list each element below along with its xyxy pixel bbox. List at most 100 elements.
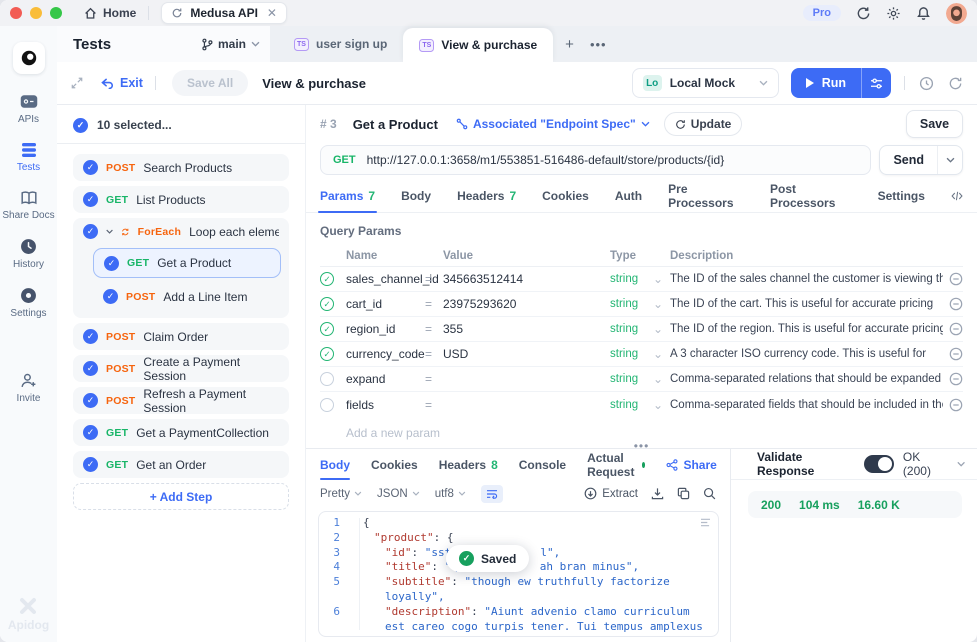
remove-param-icon[interactable] [949, 297, 963, 311]
step-checkbox[interactable]: ✓ [103, 289, 118, 304]
param-value[interactable]: 23975293620 [443, 297, 610, 311]
step-checkbox[interactable]: ✓ [104, 256, 119, 271]
project-tab[interactable]: Medusa API ✕ [161, 2, 287, 24]
bell-icon[interactable] [916, 6, 931, 21]
run-button[interactable]: Run [791, 68, 861, 98]
save-button[interactable]: Save [906, 110, 963, 138]
remove-param-icon[interactable] [949, 272, 963, 286]
sidebar-item-apis[interactable]: APIs [18, 94, 39, 125]
tab-overflow-button[interactable]: ••• [590, 37, 607, 52]
type-chevron-icon[interactable]: ⌄ [653, 398, 670, 412]
param-description[interactable]: Comma-separated fields that should be in… [670, 399, 943, 411]
restore-icon[interactable] [948, 76, 963, 91]
branch-selector[interactable]: main [201, 37, 260, 51]
step-checkbox[interactable]: ✓ [83, 457, 98, 472]
sync-icon[interactable] [856, 6, 871, 21]
step-checkbox[interactable]: ✓ [83, 361, 98, 376]
send-options-button[interactable] [938, 157, 962, 163]
project-tab-close-icon[interactable]: ✕ [267, 6, 277, 20]
step-get-payment-collection[interactable]: ✓ GET Get a PaymentCollection [73, 419, 289, 446]
param-value[interactable]: 345663512414 [443, 272, 610, 286]
response-body-code[interactable]: 1{2"product": {3"id": "sstjkQJ\l",4"titl… [318, 511, 719, 637]
tab-actual-request[interactable]: Actual Request [587, 449, 645, 480]
select-all-checkbox[interactable]: ✓ [73, 118, 88, 133]
param-type[interactable]: string [610, 323, 653, 335]
sidebar-item-invite[interactable]: Invite [17, 372, 41, 404]
tab-console[interactable]: Console [519, 449, 566, 480]
exit-button[interactable]: Exit [101, 76, 143, 90]
param-type[interactable]: string [610, 298, 653, 310]
tab-headers[interactable]: Headers7 [457, 179, 516, 212]
param-type[interactable]: string [610, 399, 653, 411]
param-name[interactable]: cart_id [346, 297, 425, 311]
param-type[interactable]: string [610, 348, 653, 360]
environment-select[interactable]: Lo Local Mock [632, 68, 779, 98]
sidebar-item-share-docs[interactable]: Share Docs [2, 190, 54, 221]
remove-param-icon[interactable] [949, 398, 963, 412]
chevron-down-icon[interactable] [106, 228, 113, 235]
step-checkbox[interactable]: ✓ [83, 329, 98, 344]
tab-response-cookies[interactable]: Cookies [371, 449, 418, 480]
collapse-panel-icon[interactable] [71, 77, 83, 89]
tab-cookies[interactable]: Cookies [542, 179, 589, 212]
app-logo[interactable] [13, 42, 45, 74]
step-checkbox[interactable]: ✓ [83, 192, 98, 207]
param-name[interactable]: currency_code [346, 347, 425, 361]
step-checkbox[interactable]: ✓ [83, 425, 98, 440]
param-enabled-checkbox[interactable]: ✓ [320, 297, 334, 311]
tab-response-body[interactable]: Body [320, 449, 350, 480]
step-foreach[interactable]: ✓ ForEach Loop each element in {{ [73, 218, 289, 245]
step-create-payment-session[interactable]: ✓ POST Create a Payment Session [73, 355, 289, 382]
user-avatar[interactable] [946, 3, 967, 24]
param-value[interactable]: USD [443, 347, 610, 361]
type-chevron-icon[interactable]: ⌄ [653, 372, 670, 386]
param-name[interactable]: sales_channel_id [346, 272, 425, 286]
tab-settings[interactable]: Settings [878, 179, 925, 212]
run-history-icon[interactable] [919, 76, 934, 91]
type-chevron-icon[interactable]: ⌄ [653, 297, 670, 311]
pretty-select[interactable]: Pretty [320, 488, 362, 500]
minimap-icon[interactable] [700, 518, 711, 527]
param-value[interactable]: 355 [443, 322, 610, 336]
add-step-button[interactable]: + Add Step [73, 483, 289, 510]
remove-param-icon[interactable] [949, 372, 963, 386]
step-get-a-product[interactable]: ✓ GET Get a Product [93, 248, 281, 278]
chevron-down-icon[interactable] [957, 461, 965, 467]
remove-param-icon[interactable] [949, 347, 963, 361]
param-enabled-checkbox[interactable]: ✓ [320, 347, 334, 361]
param-name[interactable]: region_id [346, 322, 425, 336]
tab-response-headers[interactable]: Headers8 [439, 449, 498, 480]
save-all-button[interactable]: Save All [172, 70, 248, 96]
run-options-button[interactable] [861, 68, 891, 98]
tab-user-sign-up[interactable]: TS user sign up [278, 26, 403, 62]
param-enabled-checkbox[interactable]: ✓ [320, 372, 334, 386]
param-description[interactable]: Comma-separated relations that should be… [670, 373, 943, 385]
tab-pre-processors[interactable]: Pre Processors [668, 179, 744, 212]
param-description[interactable]: A 3 character ISO currency code. This is… [670, 348, 943, 360]
step-get-an-order[interactable]: ✓ GET Get an Order [73, 451, 289, 478]
sidebar-item-tests[interactable]: Tests [17, 142, 40, 173]
selection-summary-row[interactable]: ✓ 10 selected... [73, 113, 289, 137]
param-description[interactable]: The ID of the region. This is useful for… [670, 323, 943, 335]
add-param-placeholder[interactable]: Add a new param [320, 417, 963, 440]
step-checkbox[interactable]: ✓ [83, 393, 98, 408]
close-window-button[interactable] [10, 7, 22, 19]
remove-param-icon[interactable] [949, 322, 963, 336]
code-view-icon[interactable] [951, 190, 963, 202]
param-type[interactable]: string [610, 373, 653, 385]
param-name[interactable]: expand [346, 372, 425, 386]
word-wrap-button[interactable] [481, 485, 503, 503]
zoom-window-button[interactable] [50, 7, 62, 19]
step-refresh-payment-session[interactable]: ✓ POST Refresh a Payment Session [73, 387, 289, 414]
tab-params[interactable]: Params7 [320, 179, 375, 212]
format-select[interactable]: JSON [377, 488, 420, 500]
download-icon[interactable] [651, 487, 664, 500]
url-input[interactable]: GET http://127.0.0.1:3658/m1/553851-5164… [320, 145, 871, 175]
tab-body[interactable]: Body [401, 179, 431, 212]
param-enabled-checkbox[interactable]: ✓ [320, 322, 334, 336]
param-name[interactable]: fields [346, 398, 425, 412]
copy-icon[interactable] [677, 487, 690, 500]
type-chevron-icon[interactable]: ⌄ [653, 322, 670, 336]
type-chevron-icon[interactable]: ⌄ [653, 272, 670, 286]
update-button[interactable]: Update [664, 112, 743, 136]
